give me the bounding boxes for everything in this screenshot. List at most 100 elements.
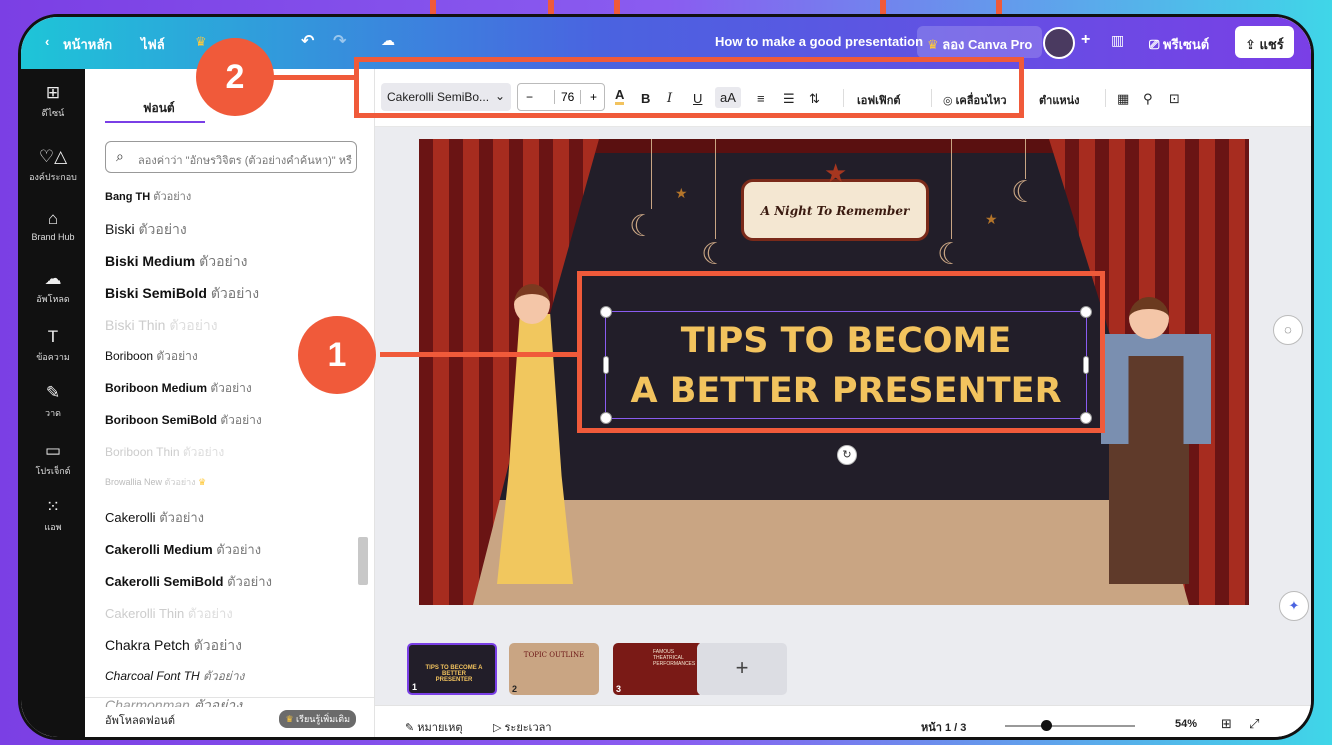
- notes-button[interactable]: ✎ หมายเหตุ: [405, 718, 463, 736]
- font-item[interactable]: Biski Thin ตัวอย่าง: [105, 315, 218, 337]
- font-item[interactable]: Boriboon Thin ตัวอย่าง: [105, 443, 224, 462]
- document-title[interactable]: How to make a good presentation: [715, 34, 923, 49]
- rail-projects[interactable]: ▭ โปรเจ็กต์: [21, 441, 85, 478]
- font-sample: ตัวอย่าง: [220, 413, 262, 427]
- back-chevron-icon[interactable]: ‹: [45, 34, 49, 49]
- woman-character-head: [514, 284, 550, 324]
- font-item[interactable]: Biski Medium ตัวอย่าง: [105, 251, 247, 273]
- rail-uploads[interactable]: ☁ อัพโหลด: [21, 269, 85, 306]
- redo-icon[interactable]: ↷: [333, 31, 346, 51]
- hanging-string: [1025, 139, 1026, 179]
- font-item[interactable]: Biski SemiBold ตัวอย่าง: [105, 283, 259, 305]
- magic-assistant-icon[interactable]: ✦: [1279, 591, 1309, 621]
- hanging-string: [951, 139, 952, 239]
- rail-text[interactable]: T ข้อความ: [21, 327, 85, 364]
- rail-label: ข้อความ: [36, 352, 70, 362]
- zoom-slider[interactable]: [1005, 725, 1135, 727]
- rail-label: วาด: [45, 408, 61, 418]
- marquee-sign: ★ A Night To Remember: [741, 158, 929, 241]
- font-name: Biski Thin: [105, 317, 166, 333]
- present-icon: ⎚: [1149, 37, 1164, 52]
- text-icon: T: [47, 327, 59, 346]
- rail-apps[interactable]: ⁙ แอพ: [21, 497, 85, 534]
- font-search-input[interactable]: ⌕ ลองค่าว่า "อักษรวิจิตร (ตัวอย่างคำค้นห…: [105, 141, 357, 173]
- font-item[interactable]: Cakerolli Thin ตัวอย่าง: [105, 603, 233, 624]
- page-thumb-3[interactable]: FAMOUS THEATRICAL PERFORMANCES 3: [613, 643, 703, 695]
- grid-view-icon[interactable]: ⊞: [1221, 716, 1232, 732]
- font-item[interactable]: Chakra Petch ตัวอย่าง: [105, 635, 242, 657]
- font-sample: ตัวอย่าง: [203, 669, 245, 683]
- font-sample: ตัวอย่าง: [210, 285, 260, 301]
- zoom-level[interactable]: 54%: [1175, 718, 1197, 730]
- page-thumb-1[interactable]: TIPS TO BECOME A BETTER PRESENTER 1: [407, 643, 497, 695]
- font-item[interactable]: Charcoal Font TH ตัวอย่าง: [105, 667, 244, 686]
- search-icon: ⌕: [116, 148, 124, 164]
- font-name: Biski Medium: [105, 253, 196, 269]
- font-item[interactable]: Cakerolli Medium ตัวอย่าง: [105, 539, 261, 560]
- font-name: Boriboon Thin: [105, 445, 180, 459]
- home-button[interactable]: หน้าหลัก: [63, 34, 112, 55]
- font-name: Cakerolli Medium: [105, 542, 213, 557]
- font-name: Biski: [105, 221, 135, 237]
- font-item[interactable]: Biski ตัวอย่าง: [105, 219, 187, 241]
- font-item[interactable]: Boriboon SemiBold ตัวอย่าง: [105, 411, 262, 430]
- horizontal-scrollbar[interactable]: [395, 627, 1301, 639]
- rail-label: Brand Hub: [31, 232, 75, 242]
- design-icon: ⊞: [45, 83, 61, 102]
- undo-icon[interactable]: ↶: [301, 31, 314, 51]
- fullscreen-icon[interactable]: ⤢: [1249, 716, 1259, 732]
- file-menu[interactable]: ไฟล์: [141, 34, 165, 55]
- comment-add-icon[interactable]: ◌: [1273, 315, 1303, 345]
- font-item[interactable]: Browallia New ตัวอย่าง ♛: [105, 475, 206, 489]
- font-item[interactable]: Cakerolli ตัวอย่าง: [105, 507, 204, 528]
- add-collaborator-icon[interactable]: +: [1081, 31, 1090, 49]
- man-character-head: [1129, 297, 1169, 339]
- font-item-selected[interactable]: Cakerolli SemiBold ตัวอย่าง: [105, 571, 272, 592]
- tab-fonts[interactable]: ฟอนต์: [143, 99, 175, 118]
- page-indicator[interactable]: หน้า 1 / 3: [921, 718, 966, 736]
- font-item[interactable]: Boriboon ตัวอย่าง: [105, 347, 198, 366]
- moon-decoration-icon: ☾: [629, 210, 656, 243]
- position-button[interactable]: ตำแหน่ง: [1039, 91, 1080, 109]
- timer-button[interactable]: ▷ ระยะเวลา: [493, 718, 552, 736]
- avatar[interactable]: [1043, 27, 1075, 59]
- font-item[interactable]: Boriboon Medium ตัวอย่าง: [105, 379, 252, 398]
- draw-icon: ✎: [45, 383, 61, 402]
- rail-label: องค์ประกอบ: [29, 172, 77, 182]
- callout-pointer-line: [380, 352, 580, 357]
- rail-design[interactable]: ⊞ ดีไซน์: [21, 83, 85, 120]
- font-sample: ตัวอย่าง: [199, 253, 248, 269]
- lock-icon[interactable]: ⊡: [1169, 91, 1180, 107]
- font-list-scrollbar[interactable]: [357, 187, 368, 707]
- font-name: Cakerolli Thin: [105, 606, 185, 621]
- rail-draw[interactable]: ✎ วาด: [21, 383, 85, 420]
- font-item[interactable]: Bang TH ตัวอย่าง: [105, 187, 191, 205]
- upload-font-link[interactable]: อัพโหลดฟอนต์: [105, 711, 175, 729]
- rail-label: โปรเจ็กต์: [35, 466, 71, 476]
- rotate-icon[interactable]: ↻: [837, 445, 857, 465]
- try-pro-button[interactable]: ♛ ลอง Canva Pro: [917, 26, 1043, 58]
- add-page-button[interactable]: +: [697, 643, 787, 695]
- font-sample: ตัวอย่าง: [153, 191, 192, 203]
- cloud-saved-icon: ☁: [381, 32, 395, 48]
- font-sample: ตัวอย่าง: [182, 445, 225, 459]
- share-button[interactable]: ⇪ แชร์: [1235, 26, 1294, 58]
- search-placeholder: ลองค่าว่า "อักษรวิจิตร (ตัวอย่างคำค้นหา)…: [138, 155, 352, 167]
- transparency-icon[interactable]: ▦: [1117, 91, 1129, 107]
- font-panel: ฟอนต์ ⌕ ลองค่าว่า "อักษรวิจิตร (ตัวอย่าง…: [85, 69, 375, 737]
- rail-brand-hub[interactable]: ⌂ Brand Hub: [21, 209, 85, 242]
- thumb-caption: TOPIC OUTLINE: [523, 651, 585, 659]
- learn-more-badge[interactable]: ♛ เรียนรู้เพิ่มเติม: [279, 710, 356, 728]
- font-name: Charcoal Font TH: [105, 669, 200, 683]
- hanging-string: [715, 139, 716, 239]
- rail-elements[interactable]: ♡△ องค์ประกอบ: [21, 147, 85, 184]
- insights-chart-icon[interactable]: ▥: [1111, 32, 1124, 49]
- upload-cloud-icon: ☁: [44, 269, 62, 288]
- present-button[interactable]: ⎚ พรีเซนต์: [1149, 34, 1209, 55]
- callout-title-highlight: [577, 271, 1105, 433]
- page-thumb-2[interactable]: TOPIC OUTLINE 2: [509, 643, 599, 695]
- paint-format-icon[interactable]: ⚲: [1143, 91, 1153, 107]
- zoom-slider-knob[interactable]: [1041, 720, 1052, 731]
- present-label: พรีเซนต์: [1163, 37, 1210, 52]
- scrollbar-thumb[interactable]: [358, 537, 368, 585]
